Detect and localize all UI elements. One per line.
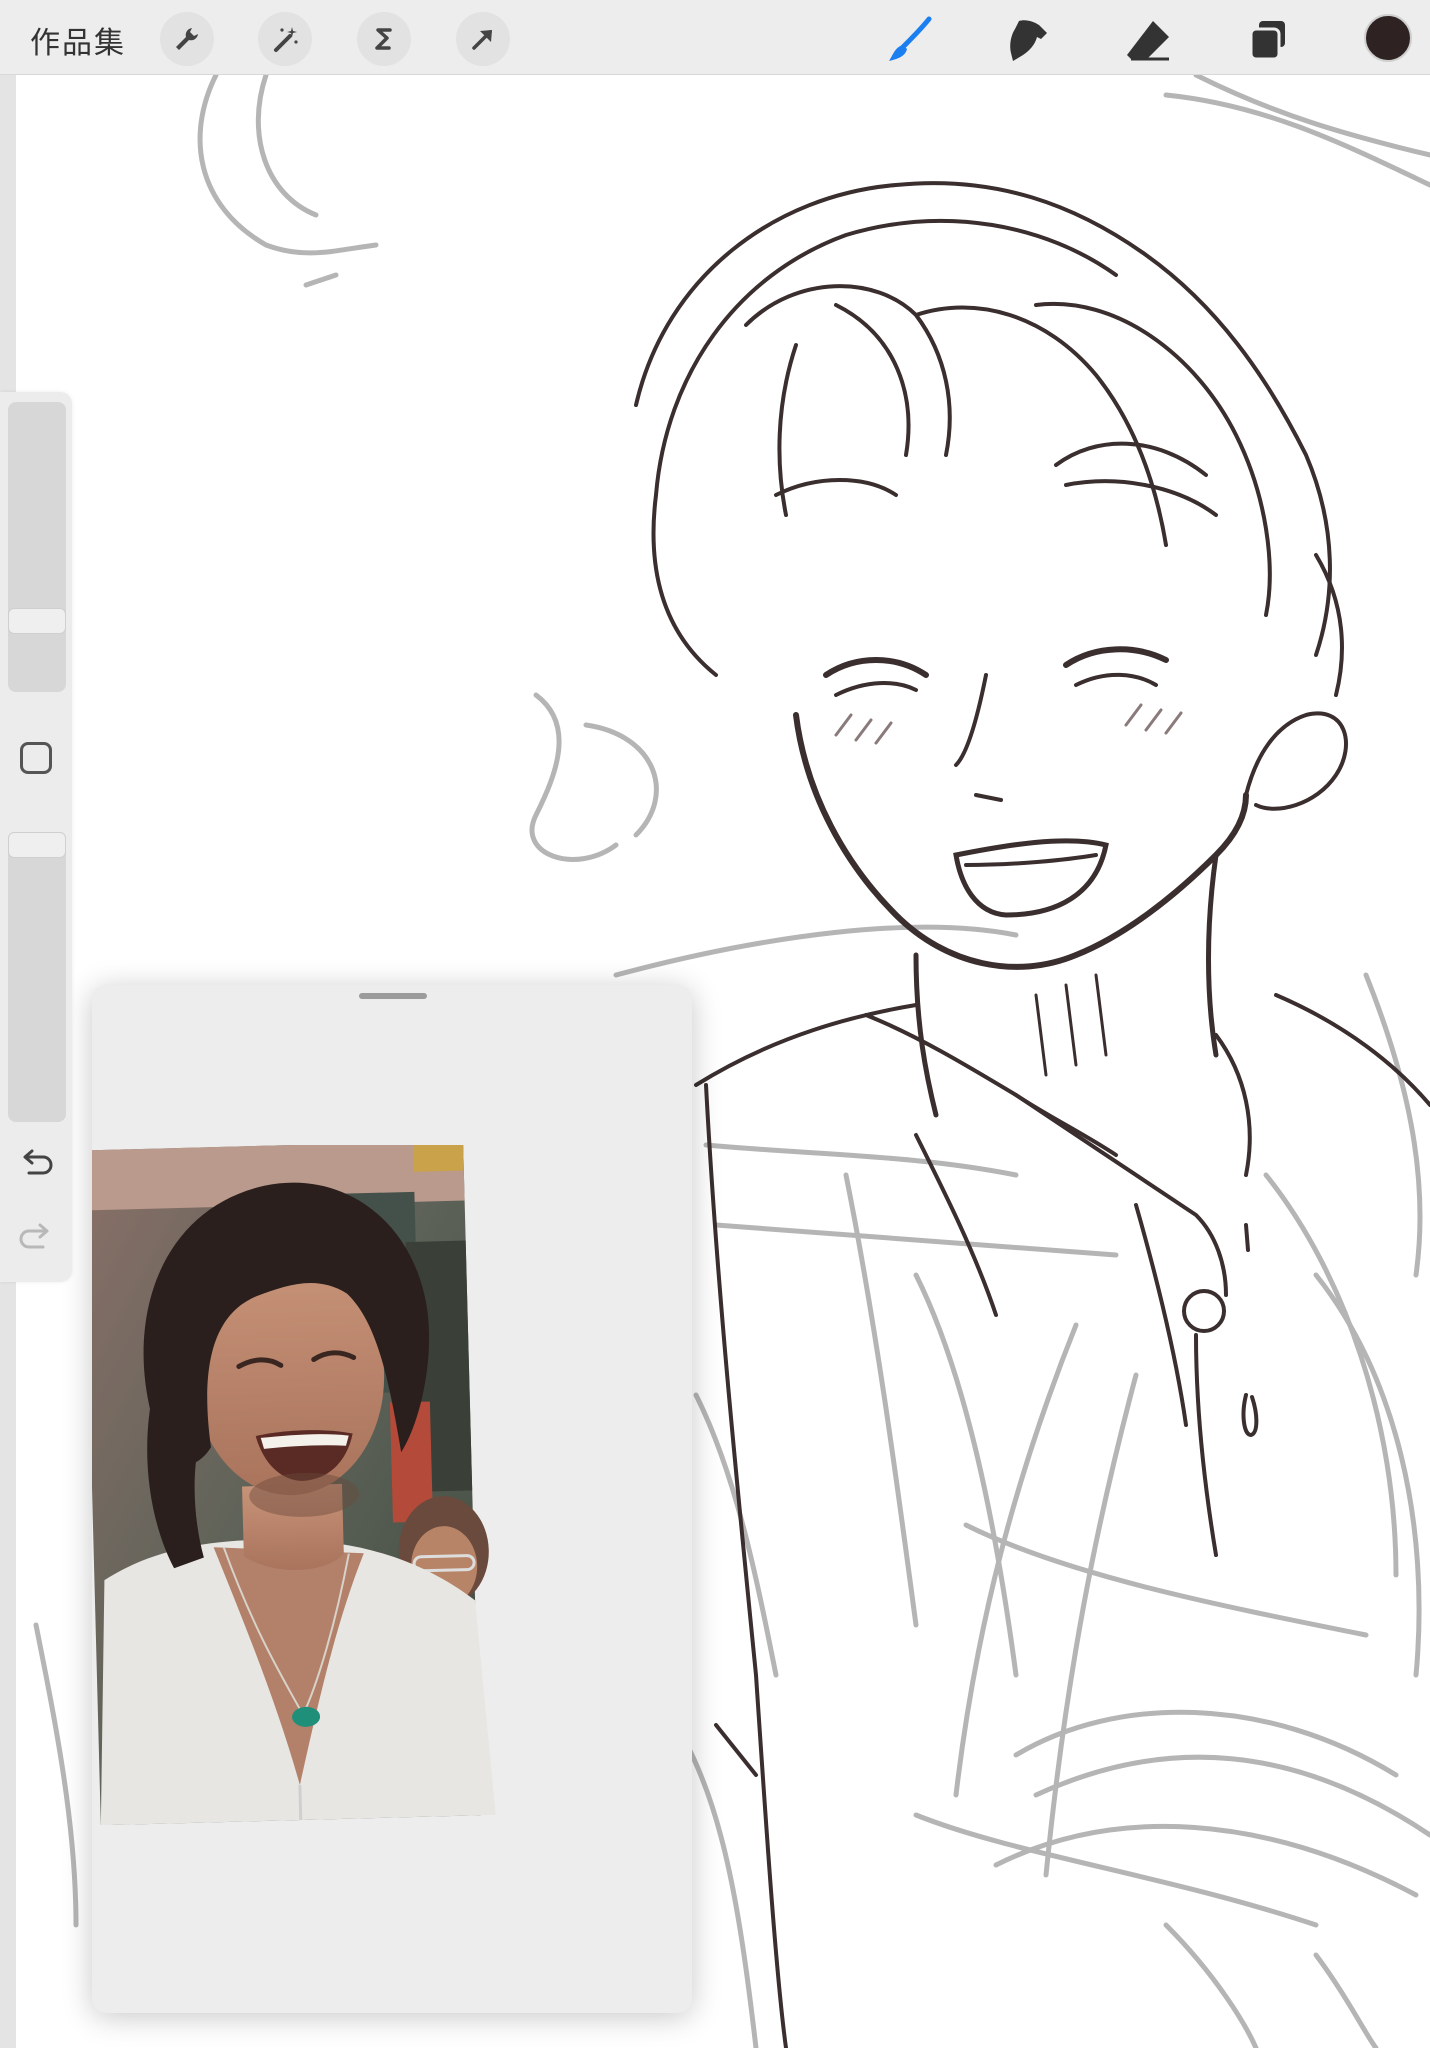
brush-size-slider[interactable] — [8, 402, 66, 692]
reference-photo[interactable] — [92, 1145, 502, 1825]
sidebar — [0, 392, 72, 1282]
redo-button[interactable] — [16, 1218, 56, 1258]
selection-button[interactable] — [357, 12, 411, 66]
undo-icon — [23, 1149, 53, 1175]
reference-window[interactable] — [92, 985, 692, 2013]
opacity-slider[interactable] — [8, 832, 66, 1122]
lineart-sketch — [634, 181, 1430, 2048]
gallery-button[interactable]: 作品集 — [30, 18, 126, 62]
redo-icon — [19, 1223, 49, 1249]
modify-button[interactable] — [20, 742, 52, 774]
eraser-icon — [1127, 21, 1169, 61]
undo-button[interactable] — [16, 1144, 56, 1184]
color-picker-swatch[interactable] — [1364, 14, 1412, 62]
brush-size-thumb[interactable] — [8, 608, 66, 634]
transform-button[interactable] — [456, 12, 510, 66]
actions-button[interactable] — [160, 12, 214, 66]
smudge-icon — [1010, 20, 1047, 61]
brush-button[interactable] — [882, 12, 938, 68]
top-toolbar: 作品集 — [0, 0, 1430, 75]
brush-icon — [889, 16, 932, 61]
reference-window-grabber[interactable] — [359, 993, 427, 999]
selection-s-icon — [375, 28, 392, 50]
layers-icon — [1249, 21, 1285, 61]
eraser-button[interactable] — [1120, 12, 1176, 68]
procreate-app: 作品集 — [0, 0, 1430, 2048]
smudge-button[interactable] — [1000, 12, 1056, 68]
layers-button[interactable] — [1240, 12, 1296, 68]
magic-wand-icon — [274, 27, 298, 52]
adjustments-button[interactable] — [258, 12, 312, 66]
arrow-cursor-icon — [472, 30, 492, 50]
wrench-icon — [176, 28, 198, 50]
opacity-thumb[interactable] — [8, 832, 66, 858]
